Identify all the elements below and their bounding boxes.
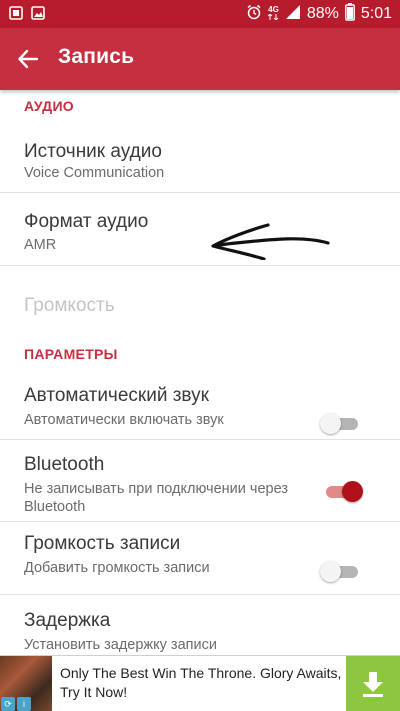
pref-title: Громкость записи xyxy=(24,533,181,554)
pref-bluetooth[interactable]: Bluetooth Не записывать при подключении … xyxy=(0,440,400,520)
app-bar: Запись xyxy=(0,28,400,90)
pref-title: Автоматический звук xyxy=(24,385,209,406)
status-bar: 4G 88% 5:01 xyxy=(0,0,400,28)
clock: 5:01 xyxy=(360,5,392,22)
back-button[interactable] xyxy=(10,41,46,77)
pref-audio-source[interactable]: Источник аудио Voice Communication xyxy=(0,128,400,186)
signal-icon xyxy=(285,4,301,25)
arrow-left-icon xyxy=(18,49,39,69)
system-status: 4G 88% 5:01 xyxy=(246,2,392,26)
pref-title: Задержка xyxy=(24,610,111,631)
ad-refresh-icon: ⟳ xyxy=(1,697,15,711)
section-header-audio: АУДИО xyxy=(24,98,75,114)
pref-summary: Автоматически включать звук xyxy=(24,412,224,428)
record-volume-switch[interactable] xyxy=(320,561,360,582)
pref-summary: Установить задержку записи xyxy=(24,637,217,653)
ad-banner[interactable]: ⟳ i Only The Best Win The Throne. Glory … xyxy=(0,655,400,711)
auto-sound-switch[interactable] xyxy=(320,413,360,434)
bluetooth-switch[interactable] xyxy=(324,481,363,502)
settings-list: АУДИО Источник аудио Voice Communication… xyxy=(0,90,400,655)
alarm-icon xyxy=(246,4,262,25)
pref-delay[interactable]: Задержка Установить задержку записи xyxy=(0,595,400,655)
pref-summary: Добавить громкость записи xyxy=(24,560,210,576)
pref-title: Bluetooth xyxy=(24,454,105,475)
pref-title: Формат аудио xyxy=(24,211,149,232)
pref-record-volume[interactable]: Громкость записи Добавить громкость запи… xyxy=(0,522,400,590)
pref-title: Громкость xyxy=(24,295,115,316)
notification-icon xyxy=(8,5,24,21)
ad-badges: ⟳ i xyxy=(1,697,31,711)
battery-icon xyxy=(344,2,355,26)
annotation-arrow xyxy=(211,223,330,260)
notification-icons xyxy=(8,5,46,21)
pref-volume: Громкость xyxy=(0,266,400,336)
download-icon xyxy=(363,672,383,697)
battery-percent: 88% xyxy=(306,5,339,22)
pref-title: Источник аудио xyxy=(24,141,162,162)
ad-download-button[interactable] xyxy=(346,656,400,711)
ad-image: ⟳ i xyxy=(0,656,52,711)
section-header-params: ПАРАМЕТРЫ xyxy=(24,346,118,362)
gallery-icon xyxy=(30,5,46,21)
pref-summary: Voice Communication xyxy=(24,165,165,181)
ad-info-icon[interactable]: i xyxy=(17,697,31,711)
pref-summary: Не записывать при подключении через Blue… xyxy=(24,481,288,515)
pref-auto-sound[interactable]: Автоматический звук Автоматически включа… xyxy=(0,373,400,437)
ad-text: Only The Best Win The Throne. Glory Awai… xyxy=(60,665,342,700)
page-title: Запись xyxy=(58,45,135,68)
network-type: 4G xyxy=(268,6,279,22)
pref-audio-format[interactable]: Формат аудио AMR xyxy=(0,193,400,265)
